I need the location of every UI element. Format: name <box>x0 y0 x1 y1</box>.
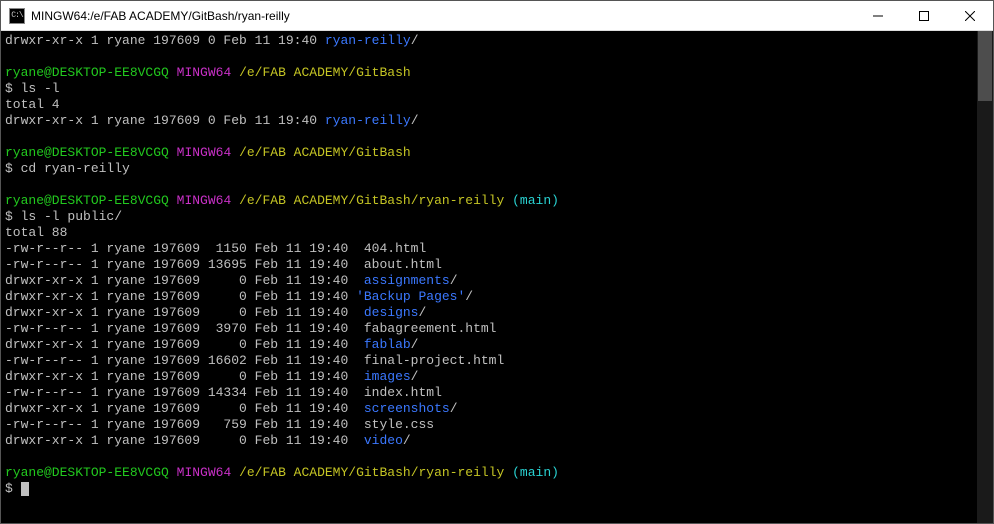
prompt-line: ryane@DESKTOP-EE8VCGQ MINGW64 /e/FAB ACA… <box>5 465 973 481</box>
total-line: total 88 <box>5 225 973 241</box>
ls-row: -rw-r--r-- 1 ryane 197609 1150 Feb 11 19… <box>5 241 973 257</box>
prompt-line: ryane@DESKTOP-EE8VCGQ MINGW64 /e/FAB ACA… <box>5 65 973 81</box>
cmd-line: $ <box>5 481 973 497</box>
cmd-line: $ ls -l public/ <box>5 209 973 225</box>
app-icon: C:\ <box>9 8 25 24</box>
ls-row: -rw-r--r-- 1 ryane 197609 13695 Feb 11 1… <box>5 257 973 273</box>
ls-row: drwxr-xr-x 1 ryane 197609 0 Feb 11 19:40… <box>5 433 973 449</box>
prompt-path: /e/FAB ACADEMY/GitBash/ryan-reilly <box>239 193 504 208</box>
window-controls <box>855 1 993 30</box>
cursor <box>21 482 29 496</box>
ls-row: -rw-r--r-- 1 ryane 197609 759 Feb 11 19:… <box>5 417 973 433</box>
ls-row: drwxr-xr-x 1 ryane 197609 0 Feb 11 19:40… <box>5 337 973 353</box>
prompt-path: /e/FAB ACADEMY/GitBash <box>239 65 411 80</box>
scroll-thumb[interactable] <box>978 31 992 101</box>
cmd-line: $ cd ryan-reilly <box>5 161 973 177</box>
ls-row: drwxr-xr-x 1 ryane 197609 0 Feb 11 19:40… <box>5 369 973 385</box>
prompt-env: MINGW64 <box>177 65 232 80</box>
terminal-window: C:\ MINGW64:/e/FAB ACADEMY/GitBash/ryan-… <box>0 0 994 524</box>
prompt-env: MINGW64 <box>177 193 232 208</box>
scrollbar[interactable] <box>977 31 993 523</box>
ls-row: -rw-r--r-- 1 ryane 197609 14334 Feb 11 1… <box>5 385 973 401</box>
terminal-wrap: drwxr-xr-x 1 ryane 197609 0 Feb 11 19:40… <box>1 31 993 523</box>
prompt-env: MINGW64 <box>177 145 232 160</box>
minimize-button[interactable] <box>855 1 901 30</box>
ls-row: drwxr-xr-x 1 ryane 197609 0 Feb 11 19:40… <box>5 289 973 305</box>
close-button[interactable] <box>947 1 993 30</box>
prompt-env: MINGW64 <box>177 465 232 480</box>
prompt-line: ryane@DESKTOP-EE8VCGQ MINGW64 /e/FAB ACA… <box>5 145 973 161</box>
ls-row: drwxr-xr-x 1 ryane 197609 0 Feb 11 19:40… <box>5 401 973 417</box>
ls-row: -rw-r--r-- 1 ryane 197609 3970 Feb 11 19… <box>5 321 973 337</box>
prompt-branch: (main) <box>512 465 559 480</box>
prompt-branch: (main) <box>512 193 559 208</box>
ls-row: drwxr-xr-x 1 ryane 197609 0 Feb 11 19:40… <box>5 33 973 49</box>
cmd-line: $ ls -l <box>5 81 973 97</box>
ls-row: drwxr-xr-x 1 ryane 197609 0 Feb 11 19:40… <box>5 305 973 321</box>
total-line: total 4 <box>5 97 973 113</box>
prompt-user: ryane@DESKTOP-EE8VCGQ <box>5 65 169 80</box>
prompt-path: /e/FAB ACADEMY/GitBash/ryan-reilly <box>239 465 504 480</box>
window-title: MINGW64:/e/FAB ACADEMY/GitBash/ryan-reil… <box>31 9 855 23</box>
ls-row: drwxr-xr-x 1 ryane 197609 0 Feb 11 19:40… <box>5 273 973 289</box>
ls-row: drwxr-xr-x 1 ryane 197609 0 Feb 11 19:40… <box>5 113 973 129</box>
titlebar[interactable]: C:\ MINGW64:/e/FAB ACADEMY/GitBash/ryan-… <box>1 1 993 31</box>
maximize-button[interactable] <box>901 1 947 30</box>
prompt-user: ryane@DESKTOP-EE8VCGQ <box>5 145 169 160</box>
prompt-line: ryane@DESKTOP-EE8VCGQ MINGW64 /e/FAB ACA… <box>5 193 973 209</box>
prompt-path: /e/FAB ACADEMY/GitBash <box>239 145 411 160</box>
prompt-user: ryane@DESKTOP-EE8VCGQ <box>5 465 169 480</box>
prompt-user: ryane@DESKTOP-EE8VCGQ <box>5 193 169 208</box>
ls-row: -rw-r--r-- 1 ryane 197609 16602 Feb 11 1… <box>5 353 973 369</box>
terminal-output[interactable]: drwxr-xr-x 1 ryane 197609 0 Feb 11 19:40… <box>1 31 977 523</box>
